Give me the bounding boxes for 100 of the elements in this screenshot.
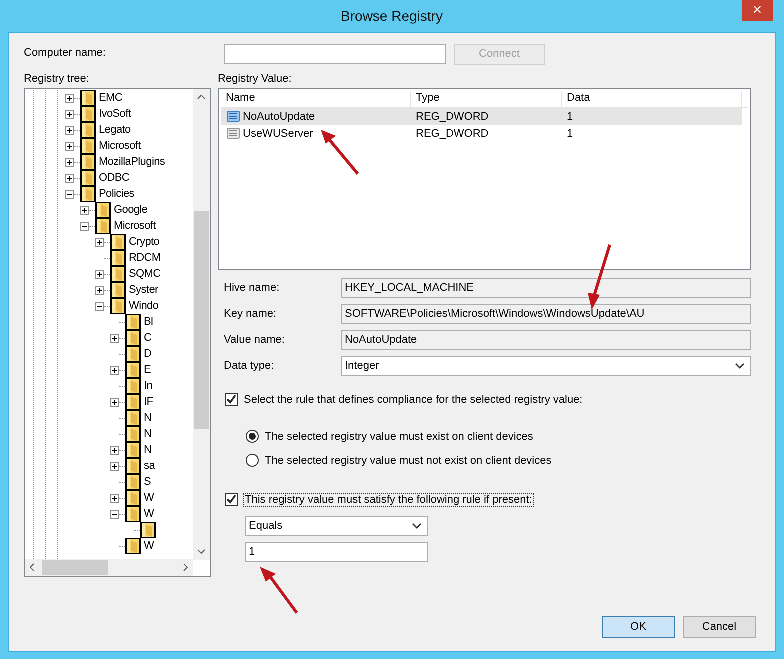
tree-item[interactable]: Bl xyxy=(141,316,154,328)
tree-item[interactable]: W xyxy=(141,492,154,504)
readonly-field[interactable]: HKEY_LOCAL_MACHINE xyxy=(341,278,751,298)
registry-value-icon xyxy=(227,110,240,123)
value-name: NoAutoUpdate xyxy=(243,110,316,122)
folder-icon xyxy=(80,122,96,138)
computer-name-field[interactable] xyxy=(224,44,446,64)
tree-item[interactable]: N xyxy=(141,444,152,456)
tree-item[interactable]: Crypto xyxy=(126,236,160,248)
readonly-field[interactable]: NoAutoUpdate xyxy=(341,330,751,350)
expander-icon[interactable] xyxy=(65,142,74,150)
tree-item[interactable]: N xyxy=(141,428,152,440)
value-type: REG_DWORD xyxy=(415,110,490,122)
column-header[interactable]: Type xyxy=(411,91,562,107)
annotation-arrow xyxy=(257,565,301,617)
computer-name-label: Computer name: xyxy=(24,46,107,61)
folder-icon xyxy=(80,170,96,186)
expander-icon[interactable] xyxy=(65,94,74,102)
tree-item[interactable]: MozillaPlugins xyxy=(96,156,166,168)
data-type-dropdown[interactable]: Integer xyxy=(341,356,751,376)
expander-icon[interactable] xyxy=(65,110,74,118)
expander-icon[interactable] xyxy=(65,158,74,166)
cancel-button[interactable]: Cancel xyxy=(683,616,756,638)
tree-item[interactable]: Google xyxy=(111,204,148,216)
tree-item[interactable]: Microsoft xyxy=(96,140,141,152)
folder-icon xyxy=(95,202,111,218)
folder-icon xyxy=(80,90,96,106)
dropdown-value: Integer xyxy=(345,360,380,372)
folder-icon xyxy=(125,378,141,394)
tree-item[interactable]: C xyxy=(141,332,152,344)
scroll-right-icon[interactable] xyxy=(183,563,189,572)
tree-item[interactable]: RDCM xyxy=(126,252,161,264)
tree-item[interactable]: Microsoft xyxy=(111,220,156,232)
expander-icon[interactable] xyxy=(110,462,119,470)
tree-item[interactable]: Policies xyxy=(96,188,135,200)
column-header[interactable]: Name xyxy=(221,91,411,107)
radio-button[interactable] xyxy=(246,430,259,443)
tree-item[interactable]: IvoSoft xyxy=(96,108,132,120)
folder-icon xyxy=(125,346,141,362)
tree-item[interactable]: ODBC xyxy=(96,172,130,184)
expander-icon[interactable] xyxy=(110,398,119,406)
value-data: 1 xyxy=(566,110,574,122)
operator-dropdown[interactable]: Equals xyxy=(245,516,428,536)
rule-checkbox[interactable] xyxy=(225,493,238,506)
horizontal-scrollbar[interactable] xyxy=(25,559,193,576)
dropdown-value: Equals xyxy=(249,520,283,532)
expander-icon[interactable] xyxy=(95,238,104,246)
tree-item[interactable]: W xyxy=(141,540,154,552)
expander-icon[interactable] xyxy=(110,494,119,502)
folder-icon xyxy=(125,362,141,378)
expander-icon[interactable] xyxy=(95,286,104,294)
scroll-up-icon[interactable] xyxy=(197,94,206,100)
expander-icon[interactable] xyxy=(65,174,74,182)
column-header[interactable]: Data xyxy=(562,91,742,107)
rule-value-field[interactable]: 1 xyxy=(245,542,428,562)
expander-icon[interactable] xyxy=(110,510,119,518)
tree-item[interactable]: Windo xyxy=(126,300,159,312)
expander-icon[interactable] xyxy=(65,190,74,198)
scroll-down-icon[interactable] xyxy=(197,549,206,555)
rule-label: This registry value must satisfy the following rule if present: xyxy=(244,494,534,506)
tree-item[interactable]: S xyxy=(141,476,152,488)
vertical-scrollbar[interactable] xyxy=(193,89,210,560)
tree-item[interactable]: Legato xyxy=(96,124,131,136)
tree-item[interactable]: sa xyxy=(141,460,156,472)
tree-item[interactable]: Syster xyxy=(126,284,158,296)
scroll-left-icon[interactable] xyxy=(29,563,35,572)
detail-label: Value name: xyxy=(224,334,286,346)
expander-icon[interactable] xyxy=(110,334,119,342)
tree-item[interactable]: E xyxy=(141,364,152,376)
expander-icon[interactable] xyxy=(110,366,119,374)
tree-item[interactable]: SQMC xyxy=(126,268,161,280)
tree-item[interactable]: IF xyxy=(141,396,154,408)
registry-value-row[interactable]: NoAutoUpdate REG_DWORD 1 xyxy=(221,108,742,125)
folder-icon xyxy=(125,490,141,506)
folder-icon xyxy=(80,138,96,154)
folder-icon xyxy=(80,106,96,122)
folder-icon xyxy=(110,266,126,282)
folder-icon xyxy=(140,522,156,538)
expander-icon[interactable] xyxy=(110,446,119,454)
detail-label: Key name: xyxy=(224,308,278,320)
window-title: Browse Registry xyxy=(341,8,443,24)
readonly-field[interactable]: SOFTWARE\Policies\Microsoft\Windows\WindowsUpdate\AU xyxy=(341,304,751,324)
expander-icon[interactable] xyxy=(80,222,89,230)
registry-tree-label: Registry tree: xyxy=(24,72,90,87)
close-button[interactable]: × xyxy=(742,0,773,21)
tree-item[interactable]: D xyxy=(141,348,152,360)
tree-item[interactable]: N xyxy=(141,412,152,424)
expander-icon[interactable] xyxy=(65,126,74,134)
tree-item[interactable]: EMC xyxy=(96,92,123,104)
tree-item[interactable]: W xyxy=(141,508,154,520)
tree-item[interactable]: In xyxy=(141,380,153,392)
folder-icon xyxy=(125,394,141,410)
radio-button[interactable] xyxy=(246,454,259,467)
ok-button[interactable]: OK xyxy=(602,616,675,638)
registry-value-row[interactable]: UseWUServer REG_DWORD 1 xyxy=(221,125,742,142)
compliance-checkbox[interactable] xyxy=(225,393,238,406)
expander-icon[interactable] xyxy=(80,206,89,214)
folder-icon xyxy=(125,442,141,458)
expander-icon[interactable] xyxy=(95,270,104,278)
expander-icon[interactable] xyxy=(95,302,104,310)
